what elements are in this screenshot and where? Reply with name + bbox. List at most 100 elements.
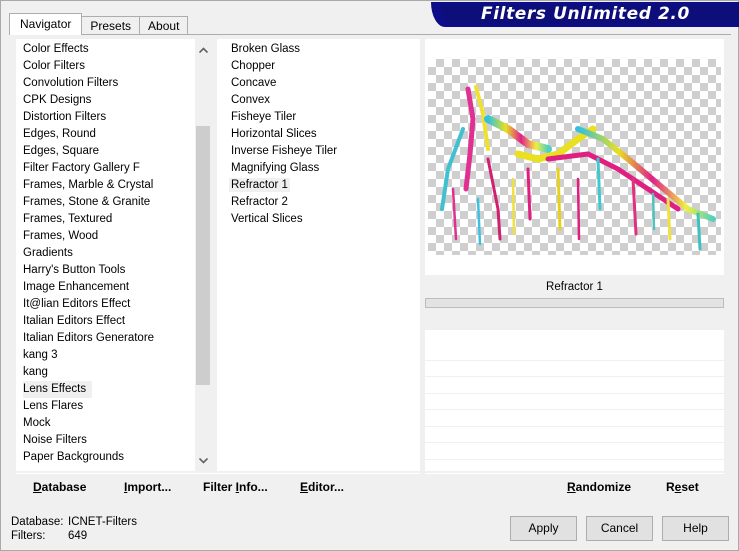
category-label: Gradients <box>23 247 73 259</box>
category-scrollbar[interactable] <box>195 39 212 471</box>
filter-label: Horizontal Slices <box>231 128 317 140</box>
banner-title: Filters Unlimited 2.0 <box>481 4 690 24</box>
category-label: Lens Effects <box>23 383 87 395</box>
filters-label: Filters: <box>11 530 46 542</box>
filter-label: Chopper <box>231 60 276 72</box>
filter-info-button[interactable]: Filter Info... <box>203 480 268 494</box>
filter-item[interactable]: Horizontal Slices <box>217 126 337 143</box>
filter-label: Broken Glass <box>231 43 301 55</box>
filters-unlimited-window: Filters Unlimited 2.0 Navigator Presets … <box>0 0 739 551</box>
filter-controls-area <box>425 344 724 476</box>
category-item[interactable]: Paper Backgrounds <box>16 449 154 466</box>
filter-list[interactable]: Broken Glass Chopper Concave Convex Fisheye … <box>217 39 420 471</box>
category-list[interactable]: Color Effects Color Filters Convolution Fi… <box>16 39 212 471</box>
category-item[interactable]: Frames, Wood <box>16 228 154 245</box>
banner: Filters Unlimited 2.0 <box>431 2 739 27</box>
database-label: Database: <box>11 516 64 528</box>
filter-item[interactable]: Fisheye Tiler <box>217 109 337 126</box>
category-label: Color Effects <box>23 43 89 55</box>
category-item[interactable]: Gradients <box>16 245 154 262</box>
category-item[interactable]: Frames, Textured <box>16 211 154 228</box>
category-label: CPK Designs <box>23 94 92 106</box>
filter-item[interactable]: Refractor 1 <box>217 177 337 194</box>
category-label: kang <box>23 366 48 378</box>
category-item[interactable]: Edges, Square <box>16 143 154 160</box>
category-item[interactable]: Harry's Button Tools <box>16 262 154 279</box>
category-item[interactable]: Frames, Marble & Crystal <box>16 177 154 194</box>
category-label: Frames, Wood <box>23 230 99 242</box>
category-item[interactable]: Convolution Filters <box>16 75 154 92</box>
scroll-thumb[interactable] <box>196 126 210 385</box>
database-button[interactable]: Database <box>33 480 86 494</box>
category-item[interactable]: Color Filters <box>16 58 154 75</box>
reset-button[interactable]: Reset <box>666 480 699 494</box>
preview-filter-name: Refractor 1 <box>425 275 724 299</box>
category-label: Paper Backgrounds <box>23 451 125 463</box>
filter-item[interactable]: Convex <box>217 92 337 109</box>
category-item[interactable]: Italian Editors Generatore <box>16 330 154 347</box>
navigator-button-bar: Database Import... Filter Info... Editor… <box>16 473 420 501</box>
filter-item[interactable]: Inverse Fisheye Tiler <box>217 143 337 160</box>
filter-label: Fisheye Tiler <box>231 111 297 123</box>
category-item[interactable]: kang <box>16 364 154 381</box>
category-label: Frames, Marble & Crystal <box>23 179 154 191</box>
category-item[interactable]: Italian Editors Effect <box>16 313 154 330</box>
category-label: Noise Filters <box>23 434 87 446</box>
filter-item[interactable]: Concave <box>217 75 337 92</box>
category-label: Mock <box>23 417 51 429</box>
filter-label: Concave <box>231 77 277 89</box>
help-button[interactable]: Help <box>662 516 729 541</box>
cancel-button[interactable]: Cancel <box>586 516 653 541</box>
category-label: Image Enhancement <box>23 281 130 293</box>
filter-item[interactable]: Refractor 2 <box>217 194 337 211</box>
filter-label: Refractor 1 <box>229 178 290 192</box>
randomize-button[interactable]: Randomize <box>567 480 631 494</box>
preview-separator <box>425 298 724 308</box>
category-item[interactable]: Mock <box>16 415 154 432</box>
category-label: Edges, Square <box>23 145 100 157</box>
tab-presets[interactable]: Presets <box>81 16 141 35</box>
filter-label: Convex <box>231 94 270 106</box>
category-label: Lens Flares <box>23 400 84 412</box>
category-item[interactable]: Lens Effects <box>16 381 154 398</box>
filter-item[interactable]: Vertical Slices <box>217 211 337 228</box>
filter-label: Refractor 2 <box>231 196 288 208</box>
category-item[interactable]: Image Enhancement <box>16 279 154 296</box>
category-item[interactable]: kang 3 <box>16 347 154 364</box>
tab-about[interactable]: About <box>139 16 189 35</box>
category-label: Convolution Filters <box>23 77 119 89</box>
category-label: Frames, Textured <box>23 213 113 225</box>
filter-label: Vertical Slices <box>231 213 303 225</box>
category-label: It@lian Editors Effect <box>23 298 131 310</box>
category-label: Edges, Round <box>23 128 96 140</box>
category-item[interactable]: Distortion Filters <box>16 109 154 126</box>
filters-count: 649 <box>68 530 88 542</box>
category-item[interactable]: Noise Filters <box>16 432 154 449</box>
filter-item[interactable]: Magnifying Glass <box>217 160 337 177</box>
preview-image <box>428 59 721 255</box>
editor-button[interactable]: Editor... <box>300 480 344 494</box>
filter-label: Magnifying Glass <box>231 162 320 174</box>
category-item[interactable]: Filter Factory Gallery F <box>16 160 154 177</box>
filter-label: Inverse Fisheye Tiler <box>231 145 338 157</box>
category-label: Filter Factory Gallery F <box>23 162 140 174</box>
category-item[interactable]: Edges, Round <box>16 126 154 143</box>
scroll-down-icon[interactable] <box>195 452 212 469</box>
scroll-up-icon[interactable] <box>195 41 212 58</box>
category-item[interactable]: Color Effects <box>16 41 154 58</box>
category-item[interactable]: Lens Flares <box>16 398 154 415</box>
tab-navigator[interactable]: Navigator <box>9 13 83 35</box>
import-button[interactable]: Import... <box>124 480 171 494</box>
drip-figure-image <box>440 85 716 251</box>
category-item[interactable]: It@lian Editors Effect <box>16 296 154 313</box>
category-label: kang 3 <box>23 349 58 361</box>
category-item[interactable]: Frames, Stone & Granite <box>16 194 154 211</box>
filter-item[interactable]: Chopper <box>217 58 337 75</box>
filter-item[interactable]: Broken Glass <box>217 41 337 58</box>
category-label: Italian Editors Generatore <box>23 332 155 344</box>
category-item[interactable]: CPK Designs <box>16 92 154 109</box>
apply-button[interactable]: Apply <box>510 516 577 541</box>
category-label: Frames, Stone & Granite <box>23 196 151 208</box>
tab-bar: Navigator Presets About <box>9 13 189 35</box>
preview-panel: Refractor 1 <box>425 39 724 476</box>
